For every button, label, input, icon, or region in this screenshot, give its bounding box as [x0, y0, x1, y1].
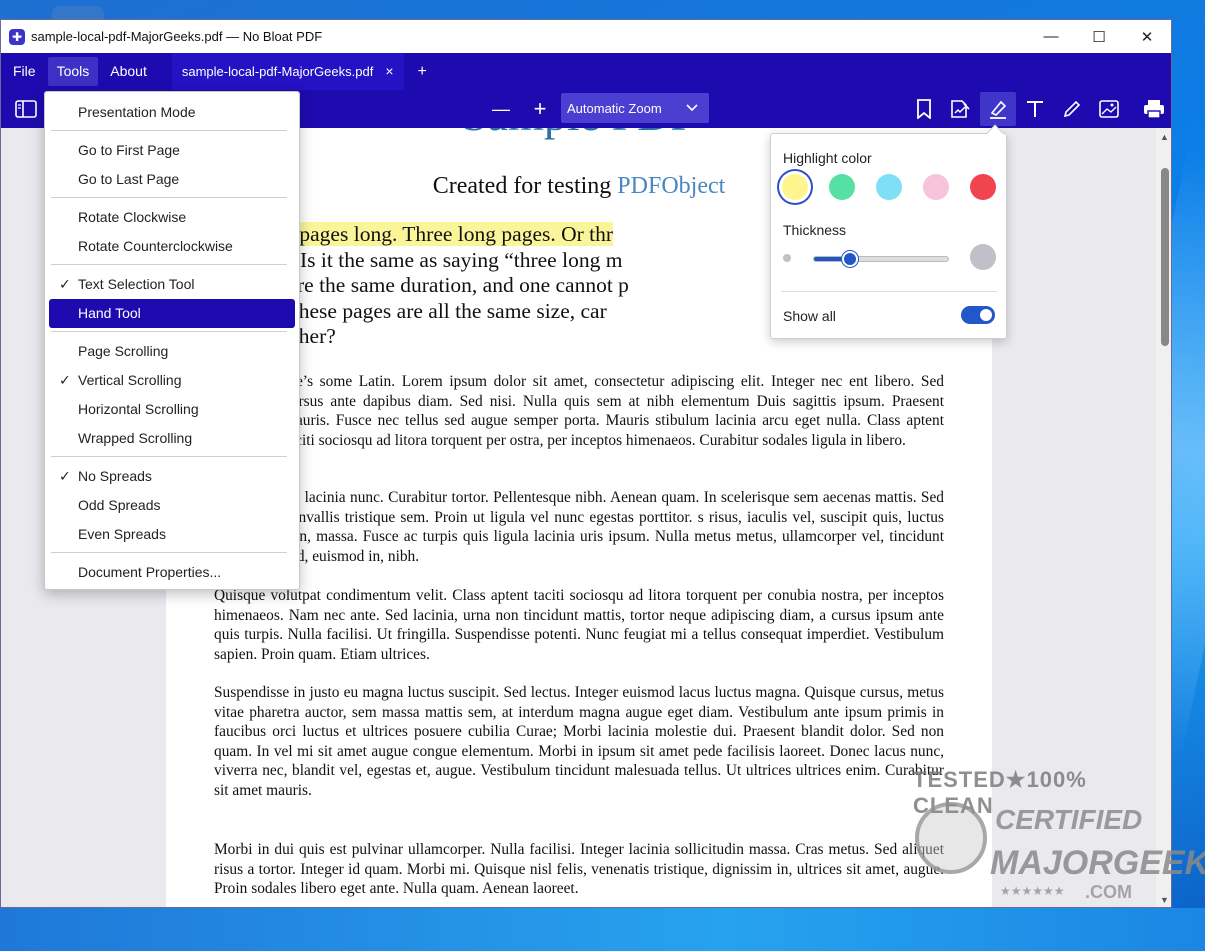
sidebar-toggle-icon[interactable] — [13, 96, 39, 122]
highlight-color-label: Highlight color — [783, 150, 872, 166]
menu-separator — [51, 456, 287, 457]
menu-page-scrolling[interactable]: Page Scrolling — [49, 337, 295, 366]
document-tab[interactable]: sample-local-pdf-MajorGeeks.pdf × — [171, 53, 404, 90]
app-logo-icon: ✚ — [9, 28, 25, 45]
menu-separator — [51, 130, 287, 131]
menu-item-label: Odd Spreads — [78, 497, 161, 513]
desktop-bottom-area — [0, 908, 1205, 951]
menu-wrapped-scrolling[interactable]: Wrapped Scrolling — [49, 424, 295, 453]
menu-item-label: Rotate Clockwise — [78, 209, 187, 225]
menu-item-label: Document Properties... — [78, 564, 222, 580]
thickness-preview — [970, 244, 996, 270]
color-swatch-cyan[interactable] — [876, 174, 902, 200]
menu-last-page[interactable]: Go to Last Page — [49, 165, 295, 194]
menu-file[interactable]: File — [4, 57, 45, 86]
highlight-options-panel: Highlight color Thickness Show all — [770, 124, 1007, 339]
menu-item-label: Hand Tool — [78, 305, 141, 321]
tools-dropdown-menu: Presentation Mode Go to First Page Go to… — [44, 91, 300, 590]
menu-bar: File Tools About sample-local-pdf-MajorG… — [1, 53, 1171, 90]
check-icon: ✓ — [59, 276, 71, 292]
color-swatch-yellow[interactable] — [782, 174, 808, 200]
menu-item-label: Vertical Scrolling — [78, 372, 182, 388]
text-icon[interactable] — [1022, 96, 1048, 122]
menu-even-spreads[interactable]: Even Spreads — [49, 520, 295, 549]
sign-icon[interactable] — [947, 96, 973, 122]
thickness-label: Thickness — [783, 222, 847, 238]
bookmark-icon[interactable] — [911, 96, 937, 122]
menu-document-properties[interactable]: Document Properties... — [49, 558, 295, 587]
pdf-paragraph: ere’s some Latin. Lorem ipsum dolor sit … — [284, 373, 944, 449]
pdf-paragraph: im lacinia nunc. Curabitur tortor. Pelle… — [284, 489, 944, 565]
color-swatch-red[interactable] — [970, 174, 996, 200]
print-icon[interactable] — [1141, 96, 1167, 122]
panel-separator — [781, 291, 997, 292]
menu-separator — [51, 331, 287, 332]
image-icon[interactable] — [1096, 96, 1122, 122]
color-swatch-green[interactable] — [829, 174, 855, 200]
menu-item-label: Go to Last Page — [78, 171, 180, 187]
intro-text: . Is it the same as saying “three long m — [289, 247, 623, 272]
pdf-subtitle-text: Created for testing — [432, 173, 618, 199]
menu-item-label: Wrapped Scrolling — [78, 430, 193, 446]
close-window-button[interactable]: ✕ — [1123, 20, 1171, 53]
menu-separator — [51, 264, 287, 265]
draw-icon[interactable] — [1059, 96, 1085, 122]
check-icon: ✓ — [59, 372, 71, 388]
vertical-scrollbar[interactable]: ▲ ▼ — [1156, 128, 1171, 907]
show-all-label: Show all — [783, 308, 836, 324]
pdf-paragraph: Suspendisse in justo eu magna luctus sus… — [214, 684, 944, 799]
thickness-min-indicator — [783, 254, 791, 262]
menu-separator — [51, 197, 287, 198]
thickness-slider[interactable] — [813, 251, 949, 267]
menu-tools[interactable]: Tools — [47, 57, 99, 86]
menu-item-label: Horizontal Scrolling — [78, 401, 199, 417]
color-swatch-pink[interactable] — [923, 174, 949, 200]
menu-item-label: Even Spreads — [78, 526, 166, 542]
menu-rotate-clockwise[interactable]: Rotate Clockwise — [49, 203, 295, 232]
chevron-down-icon — [686, 104, 698, 112]
show-all-toggle[interactable] — [961, 306, 995, 324]
pdfobject-link[interactable]: PDFObject — [617, 173, 725, 199]
slider-handle[interactable] — [842, 251, 859, 267]
menu-no-spreads[interactable]: ✓ No Spreads — [49, 462, 295, 491]
zoom-out-button[interactable]: — — [488, 96, 514, 122]
menu-presentation-mode[interactable]: Presentation Mode — [49, 98, 295, 127]
highlight-icon[interactable] — [980, 92, 1016, 126]
zoom-value: Automatic Zoom — [567, 100, 662, 116]
minimize-button[interactable]: — — [1027, 20, 1075, 53]
menu-about[interactable]: About — [101, 57, 156, 86]
scroll-down-icon[interactable]: ▼ — [1160, 895, 1169, 905]
zoom-in-button[interactable]: + — [527, 96, 553, 122]
menu-item-label: Text Selection Tool — [78, 276, 195, 292]
window-controls: — ☐ ✕ — [1027, 20, 1171, 53]
pdf-paragraph: Morbi in dui quis est pulvinar ullamcorp… — [214, 841, 944, 897]
menu-horizontal-scrolling[interactable]: Horizontal Scrolling — [49, 395, 295, 424]
toggle-knob — [980, 309, 992, 321]
zoom-select[interactable]: Automatic Zoom — [561, 93, 709, 123]
menu-vertical-scrolling[interactable]: ✓ Vertical Scrolling — [49, 366, 295, 395]
document-tab-title: sample-local-pdf-MajorGeeks.pdf — [181, 64, 374, 79]
menu-first-page[interactable]: Go to First Page — [49, 136, 295, 165]
check-icon: ✓ — [59, 468, 71, 484]
menu-text-selection-tool[interactable]: ✓ Text Selection Tool — [49, 270, 295, 299]
menu-separator — [51, 552, 287, 553]
menu-hand-tool[interactable]: Hand Tool — [49, 299, 295, 328]
menu-item-label: Page Scrolling — [78, 343, 169, 359]
menu-item-label: Presentation Mode — [78, 104, 196, 120]
pdf-paragraph: Quisque volutpat condimentum velit. Clas… — [214, 587, 944, 663]
menu-item-label: No Spreads — [78, 468, 152, 484]
scrollbar-thumb[interactable] — [1161, 168, 1169, 346]
title-bar: ✚ sample-local-pdf-MajorGeeks.pdf — No B… — [1, 20, 1171, 53]
tab-close-icon[interactable]: × — [385, 53, 393, 90]
window-title: sample-local-pdf-MajorGeeks.pdf — No Blo… — [31, 29, 323, 44]
menu-item-label: Rotate Counterclockwise — [78, 238, 233, 254]
maximize-button[interactable]: ☐ — [1075, 20, 1123, 53]
new-tab-button[interactable]: + — [418, 63, 427, 81]
menu-item-label: Go to First Page — [78, 142, 180, 158]
menu-odd-spreads[interactable]: Odd Spreads — [49, 491, 295, 520]
menu-rotate-counterclockwise[interactable]: Rotate Counterclockwise — [49, 232, 295, 261]
desktop-icon[interactable] — [52, 6, 104, 20]
scroll-up-icon[interactable]: ▲ — [1160, 132, 1169, 142]
